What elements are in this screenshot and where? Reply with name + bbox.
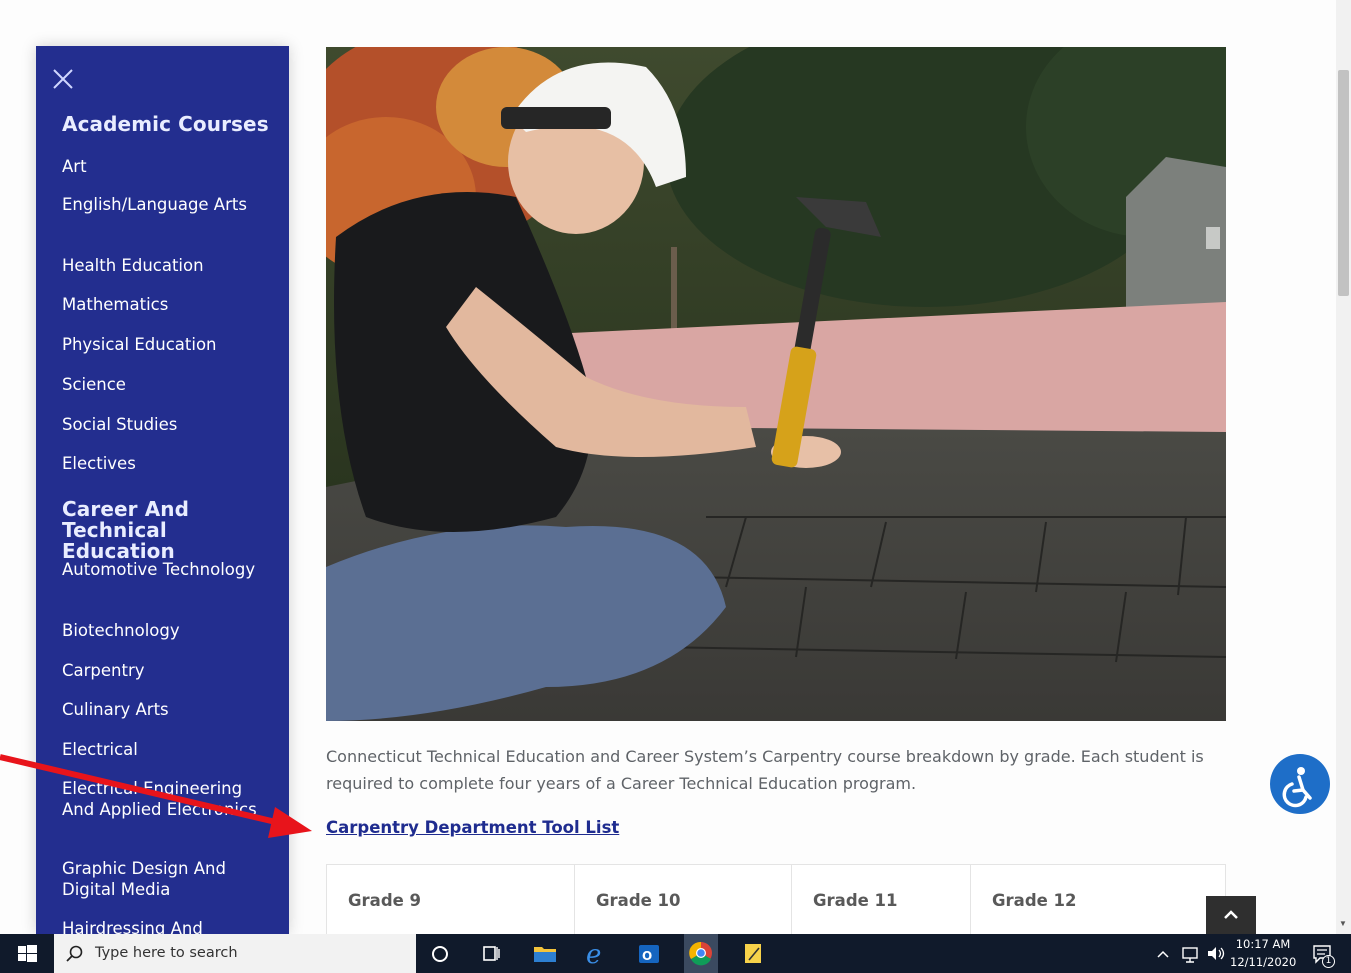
file-explorer-icon[interactable] xyxy=(529,938,561,969)
notification-count: 1 xyxy=(1322,955,1335,968)
nav-item-mathematics[interactable]: Mathematics xyxy=(62,294,269,315)
career-technical-heading-text: Career And Technical Education xyxy=(62,497,190,563)
taskbar-date[interactable]: 12/11/2020 xyxy=(1230,955,1296,969)
academic-courses-heading[interactable]: Academic Courses xyxy=(62,114,285,135)
nav-item-biotechnology[interactable]: Biotechnology xyxy=(62,620,269,641)
grade-table-header: Grade 9 Grade 10 Grade 11 Grade 12 xyxy=(326,864,1226,934)
task-view-icon[interactable] xyxy=(475,938,507,969)
volume-icon[interactable] xyxy=(1204,938,1228,969)
chrome-icon[interactable] xyxy=(684,934,718,973)
nav-item-english-language-arts[interactable]: English/Language Arts xyxy=(62,194,269,215)
nav-item-social-studies[interactable]: Social Studies xyxy=(62,414,269,435)
scrollbar-thumb[interactable] xyxy=(1338,70,1349,296)
chevron-up-tray-icon[interactable] xyxy=(1152,938,1174,969)
grade-11-header[interactable]: Grade 11 xyxy=(792,865,971,934)
accessibility-icon xyxy=(1282,767,1312,808)
taskbar-time[interactable]: 10:17 AM xyxy=(1230,937,1296,951)
scroll-down-arrow-icon[interactable]: ▼ xyxy=(1339,919,1347,928)
carpentry-student-photo xyxy=(326,47,1226,721)
windows-taskbar: Type here to search e O 10:17 AM 12/11/2… xyxy=(0,934,1351,973)
grade-12-header[interactable]: Grade 12 xyxy=(971,865,1225,934)
nav-item-science[interactable]: Science xyxy=(62,374,269,395)
taskbar-search-box[interactable]: Type here to search xyxy=(54,934,416,973)
nav-item-electrical[interactable]: Electrical xyxy=(62,739,269,760)
chevron-up-icon xyxy=(1224,910,1238,919)
nav-item-automotive-technology[interactable]: Automotive Technology xyxy=(62,559,269,580)
course-caption: Connecticut Technical Education and Care… xyxy=(326,747,1204,793)
close-icon[interactable] xyxy=(52,68,74,90)
svg-text:O: O xyxy=(642,949,652,963)
accessibility-button[interactable] xyxy=(1270,754,1330,814)
network-icon[interactable] xyxy=(1178,938,1202,969)
nav-item-carpentry[interactable]: Carpentry xyxy=(62,660,269,681)
nav-item-electives[interactable]: Electives xyxy=(62,453,269,474)
carpentry-tool-list-link[interactable]: Carpentry Department Tool List xyxy=(326,818,619,837)
sticky-notes-icon[interactable] xyxy=(737,938,769,969)
notification-icon[interactable]: 1 xyxy=(1306,938,1338,969)
cortana-icon[interactable] xyxy=(424,938,456,969)
start-button[interactable] xyxy=(0,934,54,973)
academic-courses-heading-text: Academic Courses xyxy=(62,112,269,136)
nav-item-culinary-arts[interactable]: Culinary Arts xyxy=(62,699,269,720)
grade-9-header[interactable]: Grade 9 xyxy=(327,865,575,934)
back-to-top-button[interactable] xyxy=(1206,896,1256,934)
nav-item-graphic-design[interactable]: Graphic Design And Digital Media xyxy=(62,858,269,900)
career-technical-heading[interactable]: Career And Technical Education xyxy=(62,499,285,562)
edge-icon[interactable]: e xyxy=(581,938,613,970)
course-nav-sidebar: Academic Courses Art English/Language Ar… xyxy=(36,46,289,934)
search-placeholder: Type here to search xyxy=(95,945,238,961)
grade-10-header[interactable]: Grade 10 xyxy=(575,865,792,934)
nav-item-health-education[interactable]: Health Education xyxy=(62,255,269,276)
nav-item-art[interactable]: Art xyxy=(62,156,269,177)
nav-item-hairdressing[interactable]: Hairdressing And xyxy=(62,918,269,934)
nav-item-physical-education[interactable]: Physical Education xyxy=(62,334,269,355)
windows-icon xyxy=(18,945,37,962)
page: Academic Courses Art English/Language Ar… xyxy=(0,0,1351,973)
outlook-icon[interactable]: O xyxy=(633,938,665,969)
search-icon xyxy=(66,945,83,962)
svg-text:e: e xyxy=(586,940,601,969)
nav-item-electrical-engineering[interactable]: Electrical Engineering And Applied Elect… xyxy=(62,778,269,820)
